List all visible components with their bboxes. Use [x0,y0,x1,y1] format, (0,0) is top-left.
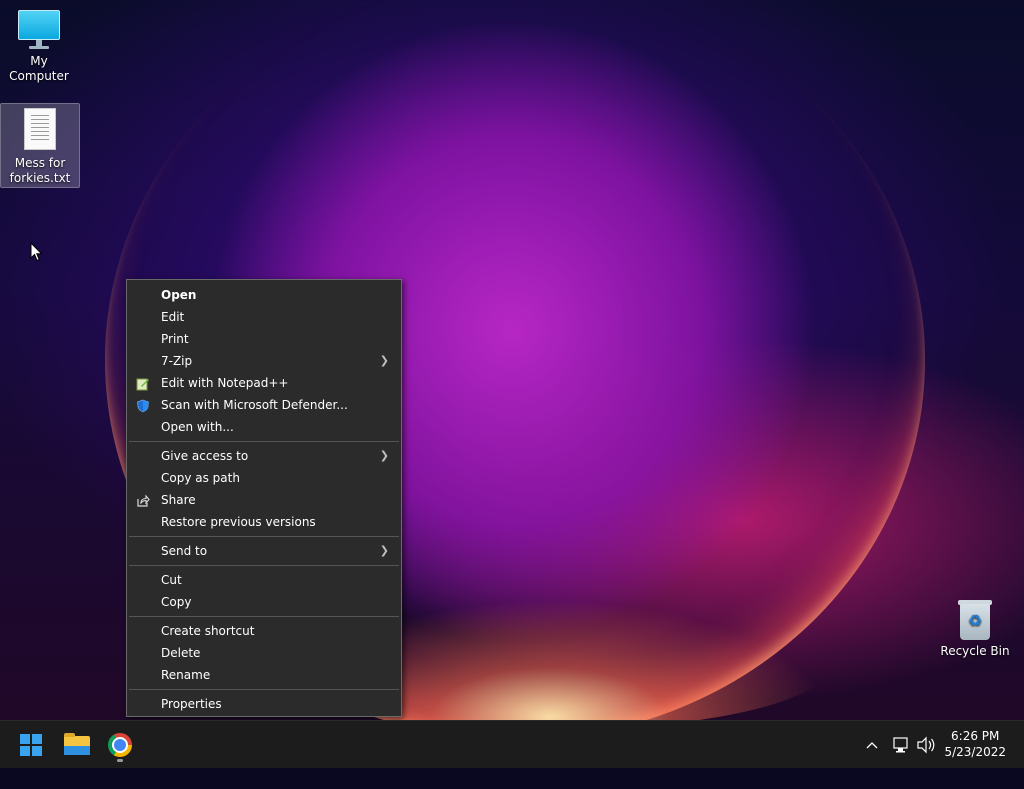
chevron-right-icon: ❯ [379,354,389,367]
menu-item-copy[interactable]: Copy [127,591,401,613]
menu-item-edit-notepadpp[interactable]: Edit with Notepad++ [127,372,401,394]
menu-item-label: Delete [161,646,201,660]
desktop-icon-recycle-bin[interactable]: ♻ Recycle Bin [936,598,1014,659]
menu-separator [129,689,399,690]
menu-item-7zip[interactable]: 7-Zip ❯ [127,350,401,372]
clock-date: 5/23/2022 [944,745,1006,759]
menu-item-rename[interactable]: Rename [127,664,401,686]
menu-item-label: Copy [161,595,192,609]
menu-item-label: Properties [161,697,222,711]
menu-separator [129,536,399,537]
menu-item-open-with[interactable]: Open with... [127,416,401,438]
recycle-bin-icon: ♻ [958,598,992,640]
menu-item-copy-as-path[interactable]: Copy as path [127,467,401,489]
menu-item-cut[interactable]: Cut [127,569,401,591]
chevron-right-icon: ❯ [379,544,389,557]
network-button[interactable] [891,721,911,769]
text-file-icon [24,108,56,150]
running-indicator [117,759,123,762]
menu-item-label: Restore previous versions [161,515,316,529]
chrome-icon [108,733,132,757]
menu-item-label: Rename [161,668,211,682]
menu-item-label: Edit with Notepad++ [161,376,289,390]
notepadpp-icon [136,376,150,391]
menu-item-label: Open with... [161,420,234,434]
volume-icon [917,736,935,754]
menu-item-label: Open [161,288,197,302]
menu-item-create-shortcut[interactable]: Create shortcut [127,620,401,642]
menu-separator [129,565,399,566]
chevron-right-icon: ❯ [379,449,389,462]
volume-button[interactable] [916,721,936,769]
menu-item-open[interactable]: Open [127,284,401,306]
menu-item-label: Edit [161,310,185,324]
menu-item-edit[interactable]: Edit [127,306,401,328]
menu-item-label: Send to [161,544,208,558]
network-icon [893,737,908,753]
menu-separator [129,441,399,442]
windows-logo-icon [20,734,42,756]
menu-item-delete[interactable]: Delete [127,642,401,664]
desktop-icon-my-computer[interactable]: My Computer [0,10,78,84]
taskbar: 6:26 PM 5/23/2022 [0,720,1024,768]
taskbar-file-explorer[interactable] [61,729,93,761]
menu-item-label: 7-Zip [161,354,193,368]
menu-item-give-access[interactable]: Give access to ❯ [127,445,401,467]
menu-item-label: Scan with Microsoft Defender... [161,398,348,412]
menu-item-label: Print [161,332,189,346]
system-clock[interactable]: 6:26 PM 5/23/2022 [944,728,1006,760]
menu-item-print[interactable]: Print [127,328,401,350]
desktop-icon-label: Mess for forkies.txt [9,156,71,185]
context-menu: Open Edit Print 7-Zip ❯ Edit with Notepad… [126,279,402,717]
menu-item-label: Give access to [161,449,249,463]
taskbar-chrome[interactable] [104,729,136,762]
chevron-up-icon [866,742,878,749]
share-icon [136,493,150,507]
folder-icon [64,733,90,755]
menu-item-restore-versions[interactable]: Restore previous versions [127,511,401,533]
menu-item-properties[interactable]: Properties [127,693,401,715]
menu-item-label: Create shortcut [161,624,255,638]
menu-item-label: Cut [161,573,182,587]
desktop-icon-label: Recycle Bin [940,644,1010,658]
menu-item-scan-defender[interactable]: Scan with Microsoft Defender... [127,394,401,416]
start-button[interactable] [16,729,48,761]
monitor-icon [18,10,60,50]
shield-icon [136,398,150,413]
menu-separator [129,616,399,617]
desktop-icon-text-file[interactable]: Mess for forkies.txt [0,103,80,188]
desktop-icon-label: My Computer [9,54,69,83]
menu-item-send-to[interactable]: Send to ❯ [127,540,401,562]
menu-item-label: Copy as path [161,471,240,485]
clock-time: 6:26 PM [951,729,1000,743]
menu-item-label: Share [161,493,196,507]
menu-item-share[interactable]: Share [127,489,401,511]
show-hidden-icons-button[interactable] [864,721,880,769]
